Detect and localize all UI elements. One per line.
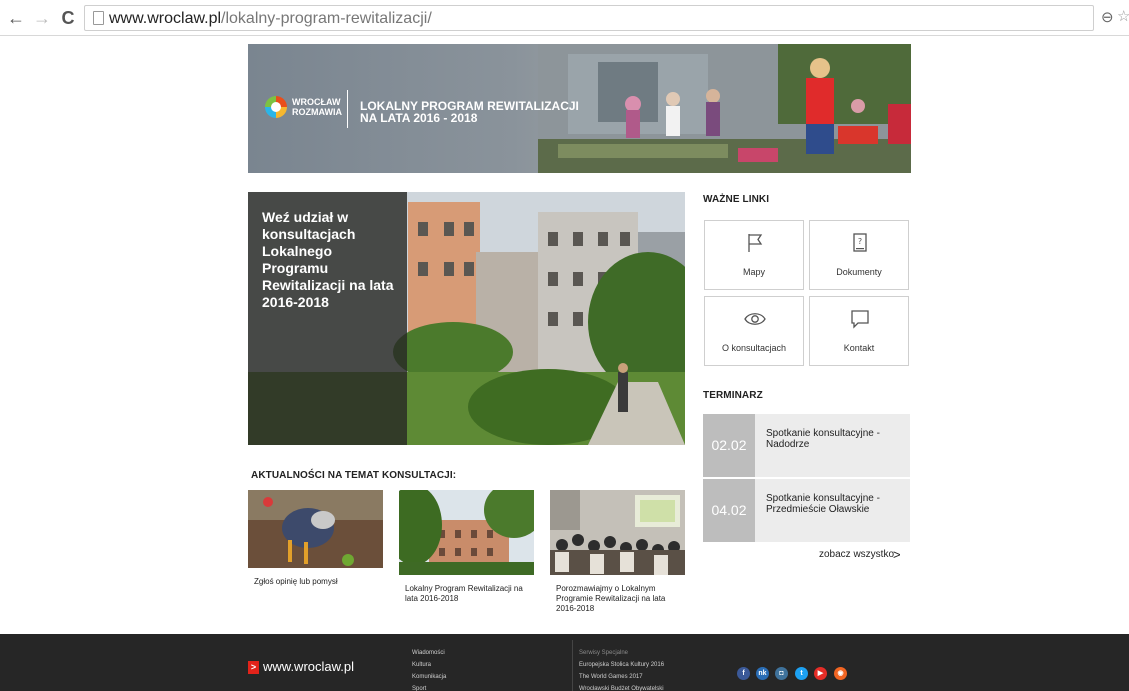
link-tile-documents[interactable]: ? Dokumenty bbox=[809, 220, 909, 290]
news-caption[interactable]: Porozmawiajmy o Lokalnym Programie Rewit… bbox=[556, 584, 684, 614]
important-links-heading: WAŻNE LINKI bbox=[703, 194, 770, 205]
link-tile-maps[interactable]: Mapy bbox=[704, 220, 804, 290]
footer-link[interactable]: Wiadomości bbox=[412, 647, 446, 659]
wroclaw-rozmawia-logo-icon[interactable] bbox=[265, 96, 287, 118]
youtube-icon[interactable]: ▶ bbox=[814, 667, 827, 680]
link-tile-contact[interactable]: Kontakt bbox=[809, 296, 909, 366]
address-bar[interactable]: www.wroclaw.pl/lokalny-program-rewitaliz… bbox=[84, 5, 1094, 31]
footer-links-main: Wiadomości Kultura Komunikacja Sport bbox=[412, 647, 446, 691]
instagram-icon[interactable]: ◘ bbox=[775, 667, 788, 680]
banner-title-line-2: NA LATA 2016 - 2018 bbox=[360, 111, 478, 125]
logo-text[interactable]: WROCŁAW ROZMAWIA bbox=[292, 97, 342, 117]
browser-toolbar: ← → C www.wroclaw.pl/lokalny-program-rew… bbox=[0, 0, 1129, 36]
nk-icon[interactable]: nk bbox=[756, 667, 769, 680]
hero-overlay: Weź udział w konsultacjach Lokalnego Pro… bbox=[248, 192, 407, 445]
news-photo bbox=[248, 490, 383, 568]
footer-link[interactable]: Sport bbox=[412, 683, 446, 691]
logo-line-1: WROCŁAW bbox=[292, 97, 341, 107]
reload-icon[interactable]: C bbox=[58, 7, 78, 29]
url-text[interactable]: www.wroclaw.pl/lokalny-program-rewitaliz… bbox=[109, 9, 432, 29]
banner-divider bbox=[347, 90, 348, 128]
speech-bubble-icon bbox=[851, 310, 869, 329]
site-footer: > www.wroclaw.pl Wiadomości Kultura Komu… bbox=[0, 634, 1129, 691]
hero-heading[interactable]: Weź udział w konsultacjach Lokalnego Pro… bbox=[262, 209, 402, 311]
hero-feature[interactable]: Weź udział w konsultacjach Lokalnego Pro… bbox=[248, 192, 685, 445]
footer-link[interactable]: Wrocławski Budżet Obywatelski bbox=[579, 683, 664, 691]
eye-icon bbox=[744, 313, 766, 325]
chevron-right-icon[interactable]: > bbox=[893, 547, 901, 562]
calendar-heading: TERMINARZ bbox=[703, 390, 763, 401]
news-photo bbox=[399, 490, 534, 575]
link-tile-label: Kontakt bbox=[843, 343, 875, 353]
svg-text:?: ? bbox=[858, 237, 862, 246]
back-arrow-icon[interactable]: ← bbox=[6, 7, 26, 29]
news-photo bbox=[550, 490, 685, 575]
link-tile-label: Mapy bbox=[742, 267, 765, 277]
news-thumbnail[interactable] bbox=[248, 490, 383, 568]
forward-arrow-icon[interactable]: → bbox=[32, 7, 52, 29]
news-caption[interactable]: Zgłoś opinię lub pomysł bbox=[254, 577, 384, 587]
footer-logo-text[interactable]: www.wroclaw.pl bbox=[263, 659, 354, 674]
see-all-link[interactable]: zobacz wszystko bbox=[819, 549, 894, 560]
footer-link[interactable]: Kultura bbox=[412, 659, 446, 671]
logo-line-2: ROZMAWIA bbox=[292, 107, 342, 117]
rss-icon[interactable]: ◉ bbox=[834, 667, 847, 680]
flag-icon bbox=[748, 234, 763, 252]
link-tile-label: O konsultacjach bbox=[721, 343, 787, 353]
url-path: /lokalny-program-rewitalizacji/ bbox=[221, 10, 432, 27]
wroclaw-logo-icon[interactable]: > bbox=[248, 661, 259, 674]
footer-link[interactable]: Komunikacja bbox=[412, 671, 446, 683]
document-icon: ? bbox=[853, 233, 867, 252]
bookmark-star-icon[interactable]: ☆ bbox=[1117, 7, 1129, 25]
footer-divider bbox=[572, 640, 573, 691]
footer-col-heading: Serwisy Specjalne bbox=[579, 650, 629, 656]
calendar-event[interactable]: 04.02 Spotkanie konsultacyjne - Przedmie… bbox=[703, 479, 910, 542]
news-caption[interactable]: Lokalny Program Rewitalizacji na lata 20… bbox=[405, 584, 533, 604]
news-heading: AKTUALNOŚCI NA TEMAT KONSULTACJI: bbox=[251, 470, 457, 481]
banner-title: LOKALNY PROGRAM REWITALIZACJI NA LATA 20… bbox=[360, 100, 600, 124]
page-icon bbox=[93, 11, 104, 25]
calendar-event[interactable]: 02.02 Spotkanie konsultacyjne - Nadodrze bbox=[703, 414, 910, 477]
footer-link[interactable]: Europejska Stolica Kultury 2016 bbox=[579, 659, 664, 671]
news-thumbnail[interactable] bbox=[550, 490, 685, 575]
link-tile-about-consultations[interactable]: O konsultacjach bbox=[704, 296, 804, 366]
url-host: www.wroclaw.pl bbox=[109, 10, 222, 27]
header-banner: WROCŁAW ROZMAWIA LOKALNY PROGRAM REWITAL… bbox=[248, 44, 911, 173]
facebook-icon[interactable]: f bbox=[737, 667, 750, 680]
zoom-icon[interactable]: ⊖ bbox=[1101, 8, 1114, 26]
event-date: 02.02 bbox=[703, 414, 755, 477]
event-title[interactable]: Spotkanie konsultacyjne - Przedmieście O… bbox=[766, 493, 901, 515]
link-tile-label: Dokumenty bbox=[836, 267, 882, 277]
news-thumbnail[interactable] bbox=[399, 490, 534, 575]
footer-links-special: Serwisy Specjalne Europejska Stolica Kul… bbox=[579, 647, 664, 691]
footer-link[interactable]: The World Games 2017 bbox=[579, 671, 664, 683]
event-title[interactable]: Spotkanie konsultacyjne - Nadodrze bbox=[766, 428, 901, 450]
event-date: 04.02 bbox=[703, 479, 755, 542]
twitter-icon[interactable]: t bbox=[795, 667, 808, 680]
